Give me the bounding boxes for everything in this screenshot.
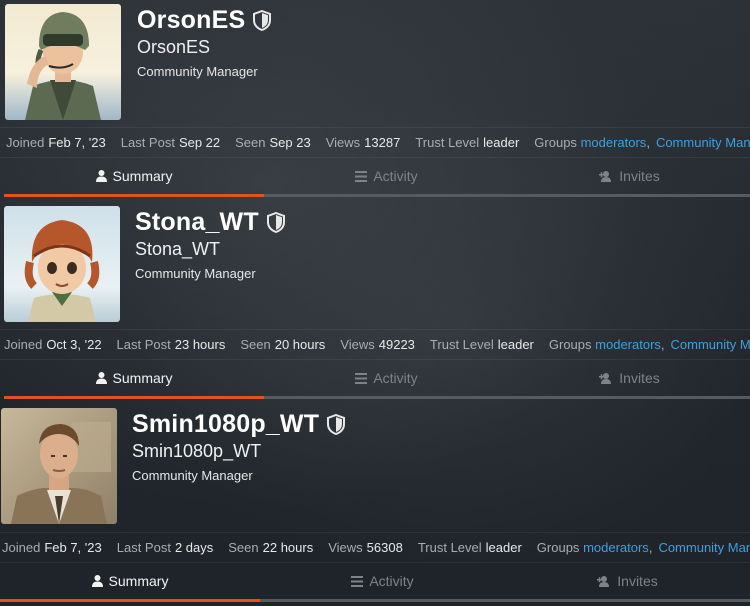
username: Stona_WT xyxy=(135,208,259,236)
officer-portrait-avatar-image xyxy=(1,408,117,524)
shield-icon xyxy=(253,10,272,31)
stream-icon xyxy=(355,170,368,182)
stat-last-post: Last Post 2 days xyxy=(116,540,214,555)
avatar[interactable] xyxy=(4,206,120,322)
tab-summary[interactable]: Summary xyxy=(0,563,260,599)
stat-seen: Seen 22 hours xyxy=(228,540,314,555)
group-link[interactable]: moderators xyxy=(581,135,647,150)
user-plus-icon xyxy=(597,575,611,587)
user-plus-icon xyxy=(599,170,613,182)
profile-card: Smin1080p_WT Smin1080p_WT Community Mana… xyxy=(0,404,750,606)
profile-tabs: Summary Activity Invites xyxy=(0,359,750,399)
profile-card: Stona_WT Stona_WT Community Manager Join… xyxy=(0,202,750,402)
stream-icon xyxy=(351,575,364,587)
aviator-cap-avatar-image xyxy=(4,206,120,322)
stat-joined: Joined Feb 7, '23 xyxy=(2,540,102,555)
user-stats: Joined Oct 3, '22 Last Post 23 hours Seen 2… xyxy=(0,329,750,359)
full-name: Stona_WT xyxy=(135,239,221,259)
tab-summary[interactable]: Summary xyxy=(4,360,264,396)
stream-icon xyxy=(355,372,368,384)
user-title: Community Manager xyxy=(132,468,253,483)
full-name: Smin1080p_WT xyxy=(132,441,262,461)
stat-groups: Groups moderators,Community Manager ... xyxy=(549,337,750,352)
tab-active-indicator xyxy=(4,194,264,197)
tab-activity[interactable]: Activity xyxy=(264,360,509,396)
stat-last-post: Last Post 23 hours xyxy=(116,337,226,352)
avatar[interactable] xyxy=(1,408,117,524)
stat-seen: Seen Sep 23 xyxy=(235,135,311,150)
stat-trust-level: Trust Level leader xyxy=(415,135,520,150)
tab-invites[interactable]: Invites xyxy=(505,563,750,599)
tab-summary[interactable]: Summary xyxy=(4,158,264,194)
profile-tabs: Summary Activity Invites xyxy=(0,157,750,197)
tab-active-indicator xyxy=(4,396,264,399)
tab-active-indicator xyxy=(0,599,260,602)
shield-icon xyxy=(327,414,346,435)
avatar[interactable] xyxy=(5,4,121,120)
user-icon xyxy=(95,170,107,182)
tab-invites[interactable]: Invites xyxy=(509,360,750,396)
username: Smin1080p_WT xyxy=(132,410,320,438)
profile-card: OrsonES OrsonES Community Manager Joined… xyxy=(0,0,750,200)
stat-views: Views 13287 xyxy=(325,135,401,150)
group-link[interactable]: Community Manager ... xyxy=(656,135,750,150)
profile-tabs: Summary Activity Invites xyxy=(0,562,750,602)
tab-invites[interactable]: Invites xyxy=(509,158,750,194)
user-icon xyxy=(95,372,107,384)
user-stats: Joined Feb 7, '23 Last Post 2 days Seen 22 … xyxy=(0,532,750,562)
user-plus-icon xyxy=(599,372,613,384)
shield-icon xyxy=(266,212,285,233)
stat-joined: Joined Oct 3, '22 xyxy=(4,337,102,352)
stat-joined: Joined Feb 7, '23 xyxy=(6,135,106,150)
stat-last-post: Last Post Sep 22 xyxy=(120,135,221,150)
pilot-helmet-avatar-image xyxy=(5,4,121,120)
stat-groups: Groups moderators,Community Manager ... xyxy=(537,540,750,555)
group-link[interactable]: Community Manager ... xyxy=(671,337,750,352)
stat-views: Views 49223 xyxy=(340,337,415,352)
trust-level-link[interactable]: leader xyxy=(483,135,519,150)
user-title: Community Manager xyxy=(135,266,256,281)
trust-level-link[interactable]: leader xyxy=(486,540,522,555)
stat-trust-level: Trust Level leader xyxy=(417,540,522,555)
username: OrsonES xyxy=(137,6,246,34)
group-link[interactable]: Community Manager ... xyxy=(658,540,750,555)
trust-level-link[interactable]: leader xyxy=(498,337,534,352)
tab-activity[interactable]: Activity xyxy=(264,158,509,194)
stat-views: Views 56308 xyxy=(328,540,403,555)
user-title: Community Manager xyxy=(137,64,258,79)
user-stats: Joined Feb 7, '23 Last Post Sep 22 Seen Sep… xyxy=(0,127,750,157)
group-link[interactable]: moderators xyxy=(583,540,649,555)
stat-seen: Seen 20 hours xyxy=(240,337,326,352)
tab-activity[interactable]: Activity xyxy=(260,563,505,599)
stat-groups: Groups moderators,Community Manager ... xyxy=(534,135,750,150)
group-link[interactable]: moderators xyxy=(595,337,661,352)
stat-trust-level: Trust Level leader xyxy=(429,337,534,352)
user-icon xyxy=(91,575,103,587)
full-name: OrsonES xyxy=(137,37,211,57)
